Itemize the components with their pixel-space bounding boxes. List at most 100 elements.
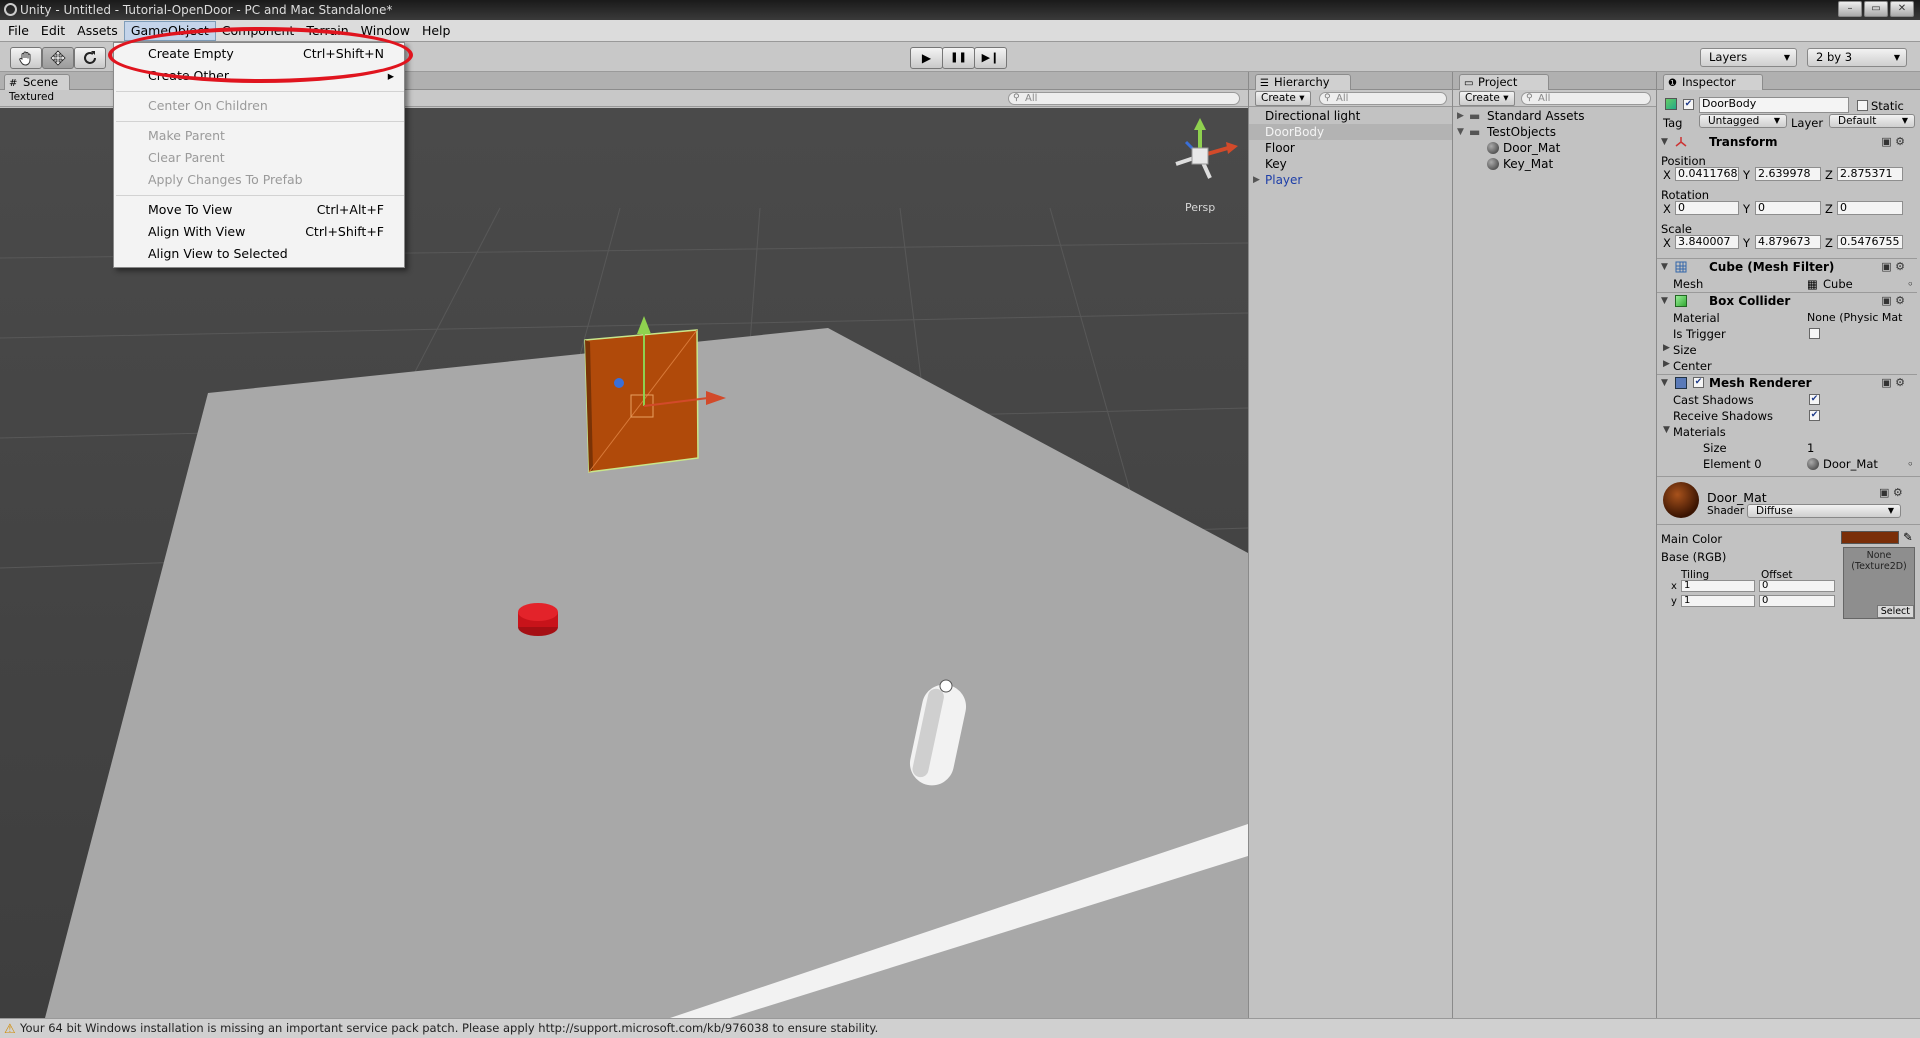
key-object[interactable]: [518, 603, 558, 636]
layers-dropdown[interactable]: Layers ▼: [1700, 48, 1797, 67]
hand-tool-button[interactable]: [10, 47, 42, 69]
main-color-swatch[interactable]: [1841, 531, 1899, 544]
persp-label[interactable]: Persp: [1185, 201, 1215, 214]
menu-item-align-with-view[interactable]: Align With View Ctrl+Shift+F: [114, 221, 404, 243]
tiling-x-field[interactable]: 1: [1681, 580, 1755, 592]
hierarchy-item-doorbody[interactable]: DoorBody: [1249, 124, 1452, 140]
menu-help[interactable]: Help: [416, 22, 457, 40]
pause-button[interactable]: ❚❚: [942, 47, 975, 69]
box-collider-component-header[interactable]: ▼ Box Collider ▣ ⚙: [1657, 292, 1917, 308]
shader-dropdown[interactable]: Diffuse ▼: [1747, 504, 1901, 518]
move-arrows-icon: [50, 50, 66, 66]
project-item-key-mat[interactable]: Key_Mat: [1453, 156, 1656, 172]
offset-y-field[interactable]: 0: [1759, 595, 1835, 607]
layer-dropdown[interactable]: Default ▼: [1829, 114, 1915, 128]
element0-value[interactable]: Door_Mat: [1823, 457, 1878, 471]
hierarchy-item-player[interactable]: ▶ Player: [1249, 172, 1452, 188]
step-button[interactable]: ▶❙: [974, 47, 1007, 69]
expand-triangle-icon[interactable]: ▶: [1663, 359, 1670, 369]
offset-x-field[interactable]: 0: [1759, 580, 1835, 592]
hierarchy-item-directional-light[interactable]: Directional light: [1249, 108, 1452, 124]
mesh-filter-component-header[interactable]: ▼ Cube (Mesh Filter) ▣ ⚙: [1657, 258, 1917, 274]
tiling-y-field[interactable]: 1: [1681, 595, 1755, 607]
collapse-triangle-icon[interactable]: ▼: [1661, 293, 1668, 309]
position-y-field[interactable]: 2.639978: [1755, 167, 1821, 181]
collapse-triangle-icon[interactable]: ▼: [1661, 375, 1668, 391]
collapse-triangle-icon[interactable]: ▼: [1663, 425, 1670, 435]
physic-material-value[interactable]: None (Physic Mat: [1807, 311, 1902, 324]
transform-component-header[interactable]: ▼ Transform ▣ ⚙: [1657, 134, 1917, 150]
menu-assets[interactable]: Assets: [71, 22, 124, 40]
menu-item-align-view-to-selected[interactable]: Align View to Selected: [114, 243, 404, 265]
component-settings-gear-icon[interactable]: ▣ ⚙: [1881, 375, 1905, 391]
static-checkbox[interactable]: [1857, 100, 1868, 111]
is-trigger-checkbox[interactable]: [1809, 328, 1820, 339]
hierarchy-item-floor[interactable]: Floor: [1249, 140, 1452, 156]
mesh-value[interactable]: Cube: [1823, 277, 1853, 291]
close-button[interactable]: ✕: [1890, 1, 1914, 17]
rotation-z-field[interactable]: 0: [1837, 201, 1903, 215]
eyedropper-icon[interactable]: ✎: [1903, 530, 1913, 544]
menu-file[interactable]: File: [2, 22, 35, 40]
tab-project[interactable]: ▭ Project: [1459, 74, 1549, 90]
play-button[interactable]: ▶: [910, 47, 943, 69]
object-picker-icon[interactable]: ◦: [1907, 277, 1914, 291]
tab-hierarchy[interactable]: ☰ Hierarchy: [1255, 74, 1351, 90]
hierarchy-search-input[interactable]: ⚲ All: [1319, 92, 1447, 105]
menu-edit[interactable]: Edit: [35, 22, 71, 40]
status-message[interactable]: Your 64 bit Windows installation is miss…: [20, 1021, 878, 1035]
element0-label: Element 0: [1703, 457, 1762, 471]
cast-shadows-checkbox[interactable]: ✔: [1809, 394, 1820, 405]
project-item-testobjects[interactable]: ▼ ▬ TestObjects: [1453, 124, 1656, 140]
object-name-field[interactable]: DoorBody: [1699, 97, 1849, 113]
menu-item-move-to-view[interactable]: Move To View Ctrl+Alt+F: [114, 199, 404, 221]
component-settings-gear-icon[interactable]: ▣ ⚙: [1879, 486, 1903, 499]
render-mode-dropdown[interactable]: Textured: [4, 91, 59, 106]
menu-separator: [116, 121, 404, 122]
move-tool-button[interactable]: [42, 47, 74, 69]
hierarchy-item-label: Floor: [1265, 141, 1295, 155]
tab-inspector[interactable]: ❶ Inspector: [1663, 74, 1763, 90]
component-settings-gear-icon[interactable]: ▣ ⚙: [1881, 259, 1905, 275]
tag-dropdown[interactable]: Untagged ▼: [1699, 114, 1787, 128]
expand-triangle-icon[interactable]: ▶: [1253, 172, 1260, 188]
project-search-input[interactable]: ⚲ All: [1521, 92, 1651, 105]
hierarchy-create-button[interactable]: Create ▾: [1255, 91, 1311, 106]
position-z-field[interactable]: 2.875371: [1837, 167, 1903, 181]
hierarchy-item-key[interactable]: Key: [1249, 156, 1452, 172]
size-label[interactable]: Size: [1673, 343, 1697, 357]
expand-triangle-icon[interactable]: ▶: [1457, 108, 1464, 124]
layout-dropdown[interactable]: 2 by 3 ▼: [1807, 48, 1907, 67]
component-settings-gear-icon[interactable]: ▣ ⚙: [1881, 293, 1905, 309]
rotate-tool-button[interactable]: [74, 47, 106, 69]
component-settings-gear-icon[interactable]: ▣ ⚙: [1881, 134, 1905, 150]
project-search-placeholder: All: [1538, 93, 1551, 104]
position-x-field[interactable]: 0.0411768: [1675, 167, 1739, 181]
minimize-button[interactable]: –: [1838, 1, 1862, 17]
project-item-door-mat[interactable]: Door_Mat: [1453, 140, 1656, 156]
collapse-triangle-icon[interactable]: ▼: [1457, 124, 1464, 140]
project-item-standard-assets[interactable]: ▶ ▬ Standard Assets: [1453, 108, 1656, 124]
collapse-triangle-icon[interactable]: ▼: [1661, 134, 1668, 150]
mesh-renderer-component-header[interactable]: ▼ ✔ Mesh Renderer ▣ ⚙: [1657, 374, 1917, 390]
tab-scene[interactable]: # Scene: [4, 74, 70, 90]
divider: [1657, 524, 1920, 525]
scale-y-field[interactable]: 4.879673: [1755, 235, 1821, 249]
object-picker-icon[interactable]: ◦: [1907, 457, 1914, 471]
project-create-button[interactable]: Create ▾: [1459, 91, 1515, 106]
scene-search-input[interactable]: ⚲ All: [1008, 92, 1240, 105]
texture-slot[interactable]: None (Texture2D) Select: [1843, 547, 1915, 619]
maximize-button[interactable]: ▭: [1864, 1, 1888, 17]
rotation-y-field[interactable]: 0: [1755, 201, 1821, 215]
expand-triangle-icon[interactable]: ▶: [1663, 343, 1670, 353]
receive-shadows-checkbox[interactable]: ✔: [1809, 410, 1820, 421]
scale-z-field[interactable]: 0.5476755: [1837, 235, 1903, 249]
materials-size-value[interactable]: 1: [1807, 441, 1814, 455]
texture-select-button[interactable]: Select: [1876, 605, 1914, 618]
collapse-triangle-icon[interactable]: ▼: [1661, 259, 1668, 275]
scale-x-field[interactable]: 3.840007: [1675, 235, 1739, 249]
mesh-renderer-enabled-checkbox[interactable]: ✔: [1693, 377, 1704, 388]
active-checkbox[interactable]: ✔: [1683, 99, 1694, 110]
center-label[interactable]: Center: [1673, 359, 1712, 373]
rotation-x-field[interactable]: 0: [1675, 201, 1739, 215]
